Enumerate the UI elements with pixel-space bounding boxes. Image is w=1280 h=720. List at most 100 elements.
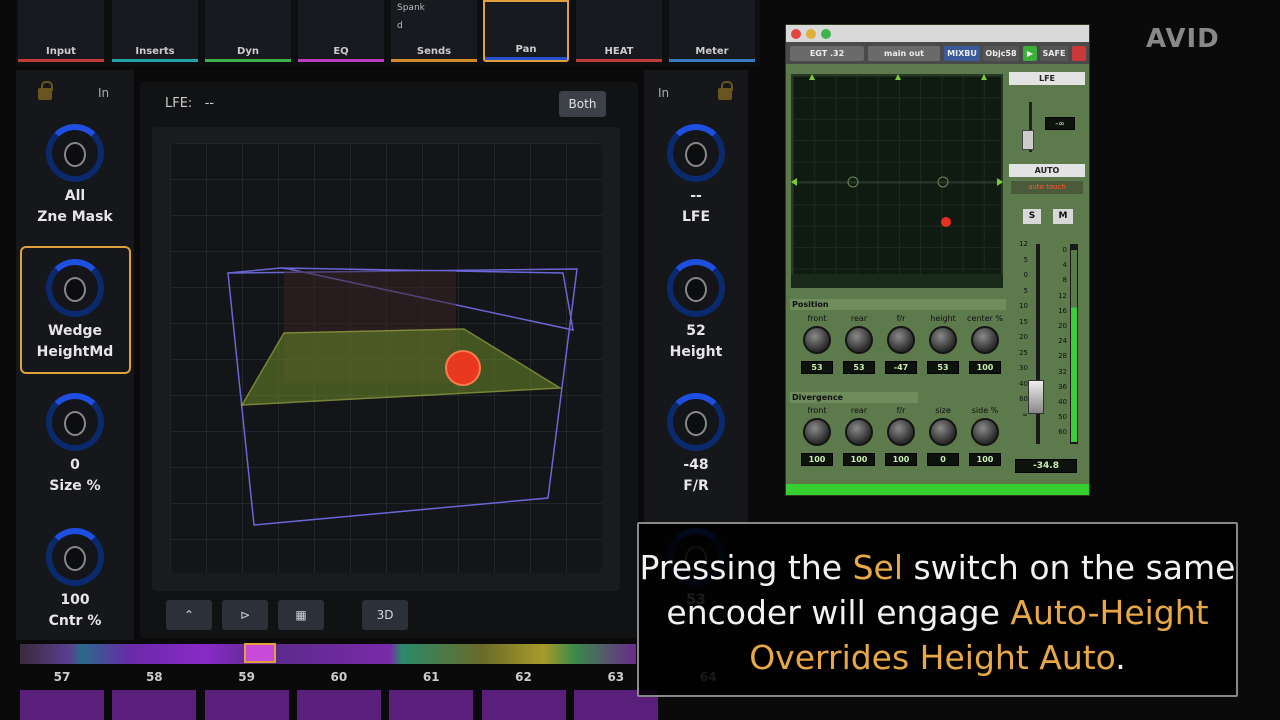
lock-icon[interactable] (38, 81, 53, 100)
plugin-knob-label: front (807, 314, 827, 323)
plugin-knob-label: center % (967, 314, 1003, 323)
plugin-knob[interactable] (845, 418, 873, 446)
plugin-knob-value[interactable]: -47 (885, 361, 917, 374)
route-button[interactable]: ⊳ (222, 600, 268, 630)
zoom-icon[interactable] (821, 29, 831, 39)
module-tab-pan[interactable]: Pan (483, 0, 569, 62)
automation-mode-select[interactable]: auto touch (1011, 181, 1083, 194)
up-button[interactable]: ⌃ (166, 600, 212, 630)
target-icon[interactable] (1072, 46, 1086, 61)
plugin-knob-value[interactable]: 100 (843, 453, 875, 466)
channel-number[interactable]: 58 (134, 670, 174, 684)
module-color-bar (485, 57, 567, 60)
channel-strip-block[interactable] (204, 690, 289, 720)
module-color-bar (669, 59, 755, 62)
channel-strip-block[interactable] (389, 690, 474, 720)
plugin-knob-value[interactable]: 53 (927, 361, 959, 374)
left-knob-1[interactable] (46, 259, 104, 317)
both-button[interactable]: Both (559, 91, 606, 117)
module-tab-dyn[interactable]: Dyn (205, 0, 291, 62)
meter-scale-tick: 32 (1058, 367, 1067, 376)
pan-position-dot[interactable] (445, 350, 481, 386)
knob-cap (685, 277, 707, 302)
plugin-knob[interactable] (929, 326, 957, 354)
knob-value: 100 (60, 592, 90, 608)
lfe-readout: LFE: -- (165, 96, 214, 111)
plugin-pan-dot[interactable] (941, 217, 951, 227)
right-knob-label: -48 F/R (642, 455, 750, 497)
left-knob-2[interactable] (46, 393, 104, 451)
plugin-knob[interactable] (803, 418, 831, 446)
plugin-knob-value[interactable]: 100 (969, 361, 1001, 374)
knob-cap (64, 411, 86, 436)
right-knob-1[interactable] (667, 259, 725, 317)
fader-scale-tick: 25 (1019, 348, 1028, 357)
lfe-fader-handle[interactable] (1022, 130, 1034, 150)
mixbus-button[interactable]: MIXBU (944, 46, 980, 61)
object-button[interactable]: Objc58 (983, 46, 1019, 61)
right-knob-0[interactable] (667, 124, 725, 182)
plugin-knob[interactable] (887, 326, 915, 354)
plugin-knob[interactable] (845, 326, 873, 354)
module-color-bar (391, 59, 477, 62)
channel-strip-block[interactable] (481, 690, 566, 720)
plugin-knob-value[interactable]: 0 (927, 453, 959, 466)
module-tab-inserts[interactable]: Inserts (112, 0, 198, 62)
channel-number[interactable]: 60 (319, 670, 359, 684)
output-selector[interactable]: main out (868, 46, 940, 61)
left-knob-label: Wedge HeightMd (21, 321, 129, 363)
grid-view-button[interactable]: ▦ (278, 600, 324, 630)
fader-scale-tick: 5 (1023, 255, 1028, 264)
safe-button[interactable]: SAFE (1040, 46, 1068, 61)
3d-button[interactable]: 3D (362, 600, 408, 630)
level-meter-fill (1071, 250, 1077, 442)
plugin-knob-value[interactable]: 53 (801, 361, 833, 374)
screen: Input Inserts Dyn EQ Sends Pan HEAT Meter Spank d… (0, 0, 1280, 720)
solo-button[interactable]: S (1023, 209, 1041, 224)
plugin-knob[interactable] (887, 418, 915, 446)
bypass-button[interactable]: ▶ (1023, 46, 1037, 61)
plugin-knob-value[interactable]: 100 (801, 453, 833, 466)
fader-scale-tick: 5 (1023, 286, 1028, 295)
in-button-left[interactable]: In (98, 86, 109, 100)
module-tab-eq[interactable]: EQ (298, 0, 384, 62)
left-knob-0[interactable] (46, 124, 104, 182)
channel-strip-block[interactable] (296, 690, 381, 720)
plugin-knob[interactable] (971, 326, 999, 354)
plugin-knob-value[interactable]: 53 (843, 361, 875, 374)
mute-button[interactable]: M (1053, 209, 1073, 224)
module-tab-meter[interactable]: Meter (669, 0, 755, 62)
3d-panner-view[interactable] (170, 143, 602, 573)
meter-scale-tick: 20 (1058, 322, 1067, 330)
channel-number[interactable]: 63 (596, 670, 636, 684)
close-icon[interactable] (791, 29, 801, 39)
plugin-knob[interactable] (929, 418, 957, 446)
lock-icon[interactable] (718, 81, 733, 100)
divergence-section-header: Divergence (790, 392, 918, 403)
module-tab-input[interactable]: Input (18, 0, 104, 62)
channel-strip-block[interactable] (112, 690, 197, 720)
module-tab-label: EQ (333, 46, 349, 57)
plugin-knob[interactable] (971, 418, 999, 446)
channel-number[interactable]: 62 (504, 670, 544, 684)
auto-header: AUTO (1009, 164, 1085, 177)
in-button-right[interactable]: In (658, 86, 669, 100)
minimize-icon[interactable] (806, 29, 816, 39)
module-tab-label: Meter (695, 46, 729, 57)
right-knob-2[interactable] (667, 393, 725, 451)
channel-number[interactable]: 59 (227, 670, 267, 684)
plugin-knob-value[interactable]: 100 (969, 453, 1001, 466)
plugin-knob-label: side % (971, 406, 999, 415)
main-fader-handle[interactable] (1028, 380, 1044, 414)
plugin-knob-value[interactable]: 100 (885, 453, 917, 466)
meter-scale-tick: 12 (1058, 291, 1067, 300)
meter-scale-tick: 8 (1062, 276, 1067, 285)
main-fader-track (1036, 244, 1040, 444)
left-knob-3[interactable] (46, 528, 104, 586)
plugin-knob[interactable] (803, 326, 831, 354)
channel-strip-block[interactable] (20, 690, 104, 720)
track-selector[interactable]: EGT .32 (790, 46, 864, 61)
channel-number[interactable]: 57 (42, 670, 82, 684)
channel-number[interactable]: 61 (411, 670, 451, 684)
module-tab-heat[interactable]: HEAT (576, 0, 662, 62)
